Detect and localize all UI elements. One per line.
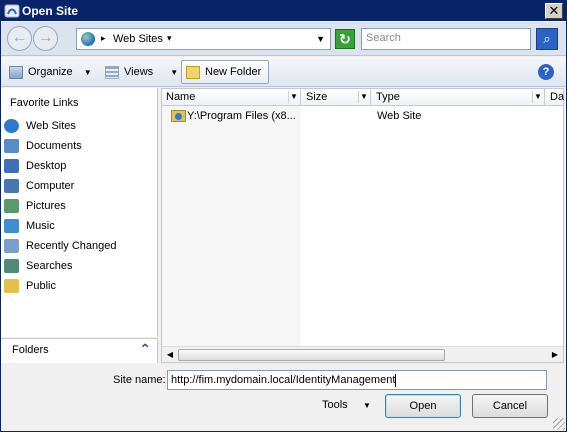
favorite-links-pane: Favorite Links Web Sites Documents Desktop… bbox=[1, 88, 158, 337]
sidebar-item-label: Searches bbox=[26, 260, 73, 272]
tools-dropdown-icon[interactable]: ▼ bbox=[363, 401, 371, 410]
column-name-label: Name bbox=[166, 91, 196, 103]
search-input[interactable]: Search bbox=[361, 28, 531, 50]
tools-button[interactable]: Tools bbox=[322, 399, 348, 411]
sidebar-item-label: Pictures bbox=[26, 200, 66, 212]
back-button[interactable]: ← bbox=[7, 26, 32, 51]
new-folder-icon bbox=[186, 65, 200, 79]
breadcrumb-web-sites[interactable]: Web Sites bbox=[113, 33, 163, 45]
sidebar-item-computer[interactable]: Computer bbox=[4, 177, 154, 195]
sidebar-item-documents[interactable]: Documents bbox=[4, 137, 154, 155]
column-size-label: Size bbox=[306, 91, 328, 103]
column-headers: Name ▼ Size ▼ Type ▼ Da bbox=[162, 89, 565, 106]
views-icon bbox=[105, 65, 119, 79]
file-row[interactable]: Y:\Program Files (x8... Web Site bbox=[162, 108, 563, 124]
sidebar-item-pictures[interactable]: Pictures bbox=[4, 197, 154, 215]
refresh-icon: ↻ bbox=[339, 31, 351, 47]
open-button[interactable]: Open bbox=[385, 394, 461, 418]
close-button[interactable]: ✕ bbox=[545, 3, 563, 19]
searches-icon bbox=[4, 259, 19, 273]
scrollbar-thumb[interactable] bbox=[178, 349, 445, 361]
column-header-date[interactable]: Da bbox=[546, 89, 565, 106]
documents-icon bbox=[4, 139, 19, 153]
cancel-button[interactable]: Cancel bbox=[472, 394, 548, 418]
computer-icon bbox=[4, 179, 19, 193]
help-icon[interactable]: ? bbox=[538, 64, 554, 80]
column-type-label: Type bbox=[376, 91, 400, 103]
text-caret bbox=[395, 373, 397, 387]
column-name-dropdown-icon[interactable]: ▼ bbox=[288, 91, 299, 103]
sidebar-item-recently-changed[interactable]: Recently Changed bbox=[4, 237, 154, 255]
search-icon: ⌕ bbox=[543, 31, 551, 46]
sidebar-item-label: Documents bbox=[26, 140, 82, 152]
favorite-links-heading: Favorite Links bbox=[10, 97, 79, 109]
sidebar-item-label: Music bbox=[26, 220, 55, 232]
column-type-dropdown-icon[interactable]: ▼ bbox=[532, 91, 543, 103]
breadcrumb-separator-icon: ▸ bbox=[101, 33, 106, 43]
search-button[interactable]: ⌕ bbox=[536, 28, 558, 50]
scroll-right-icon[interactable]: ▶ bbox=[548, 348, 562, 362]
site-name-value: http://fim.mydomain.local/IdentityManage… bbox=[171, 374, 396, 386]
folders-toggle[interactable]: Folders ⌃ bbox=[1, 338, 158, 363]
sidebar-item-desktop[interactable]: Desktop bbox=[4, 157, 154, 175]
sidebar-item-label: Web Sites bbox=[26, 120, 76, 132]
file-type: Web Site bbox=[377, 110, 422, 122]
sidebar-item-web-sites[interactable]: Web Sites bbox=[4, 117, 154, 135]
forward-button[interactable]: → bbox=[33, 26, 58, 51]
column-date-label: Da bbox=[550, 91, 565, 103]
column-header-type[interactable]: Type ▼ bbox=[372, 89, 545, 106]
breadcrumb-arrow-icon[interactable]: ▾ bbox=[167, 33, 172, 44]
sidebar-item-label: Computer bbox=[26, 180, 75, 192]
public-folder-icon bbox=[4, 279, 19, 293]
file-name: Y:\Program Files (x8... bbox=[187, 110, 296, 122]
command-toolbar: Organize ▼ Views ▼ New Folder ? bbox=[1, 57, 566, 87]
folders-label: Folders bbox=[12, 344, 49, 356]
new-folder-button[interactable]: New Folder bbox=[181, 60, 269, 84]
scroll-left-icon[interactable]: ◀ bbox=[163, 348, 177, 362]
resize-grip-icon[interactable] bbox=[553, 418, 565, 430]
dialog-title: Open Site bbox=[22, 4, 79, 18]
column-size-dropdown-icon[interactable]: ▼ bbox=[358, 91, 369, 103]
sorted-column-highlight bbox=[162, 106, 301, 346]
pictures-icon bbox=[4, 199, 19, 213]
sharepoint-icon bbox=[4, 4, 20, 18]
web-site-folder-icon bbox=[171, 110, 186, 122]
sidebar-item-label: Recently Changed bbox=[26, 240, 117, 252]
globe-icon bbox=[81, 32, 95, 46]
organize-icon bbox=[9, 65, 23, 79]
navigation-bar: ← → ▸ Web Sites ▾ ▼ ↻ Search ⌕ bbox=[1, 22, 566, 56]
organize-button[interactable]: Organize ▼ bbox=[9, 62, 92, 82]
back-arrow-icon: ← bbox=[11, 29, 28, 46]
column-header-name[interactable]: Name ▼ bbox=[162, 89, 301, 106]
organize-label: Organize bbox=[28, 66, 73, 78]
new-folder-label: New Folder bbox=[205, 66, 262, 78]
sidebar-item-music[interactable]: Music bbox=[4, 217, 154, 235]
views-dropdown-icon: ▼ bbox=[170, 68, 179, 77]
chevron-up-icon: ⌃ bbox=[139, 341, 151, 357]
sidebar-item-label: Public bbox=[26, 280, 56, 292]
forward-arrow-icon: → bbox=[37, 29, 54, 46]
sidebar-item-public[interactable]: Public bbox=[4, 277, 154, 295]
music-icon bbox=[4, 219, 19, 233]
views-label: Views bbox=[124, 66, 154, 78]
open-site-dialog: Open Site ✕ ← → ▸ Web Sites ▾ ▼ ↻ Search… bbox=[0, 0, 567, 432]
sidebar-item-searches[interactable]: Searches bbox=[4, 257, 154, 275]
site-name-input[interactable]: http://fim.mydomain.local/IdentityManage… bbox=[167, 370, 547, 390]
refresh-button[interactable]: ↻ bbox=[335, 29, 355, 49]
organize-dropdown-icon: ▼ bbox=[83, 68, 92, 77]
desktop-icon bbox=[4, 159, 19, 173]
site-name-label: Site name: bbox=[113, 374, 166, 386]
horizontal-scrollbar[interactable]: ◀ ▶ bbox=[162, 346, 563, 362]
title-bar[interactable]: Open Site ✕ bbox=[1, 1, 566, 21]
globe-icon bbox=[4, 119, 19, 133]
file-list-pane: Name ▼ Size ▼ Type ▼ Da Y:\Program Files… bbox=[161, 88, 564, 363]
column-header-size[interactable]: Size ▼ bbox=[302, 89, 371, 106]
address-dropdown-icon[interactable]: ▼ bbox=[316, 34, 325, 44]
sidebar-item-label: Desktop bbox=[26, 160, 67, 172]
recent-icon bbox=[4, 239, 19, 253]
views-button[interactable]: Views ▼ bbox=[105, 62, 178, 82]
address-bar[interactable]: ▸ Web Sites ▾ ▼ bbox=[76, 28, 331, 50]
